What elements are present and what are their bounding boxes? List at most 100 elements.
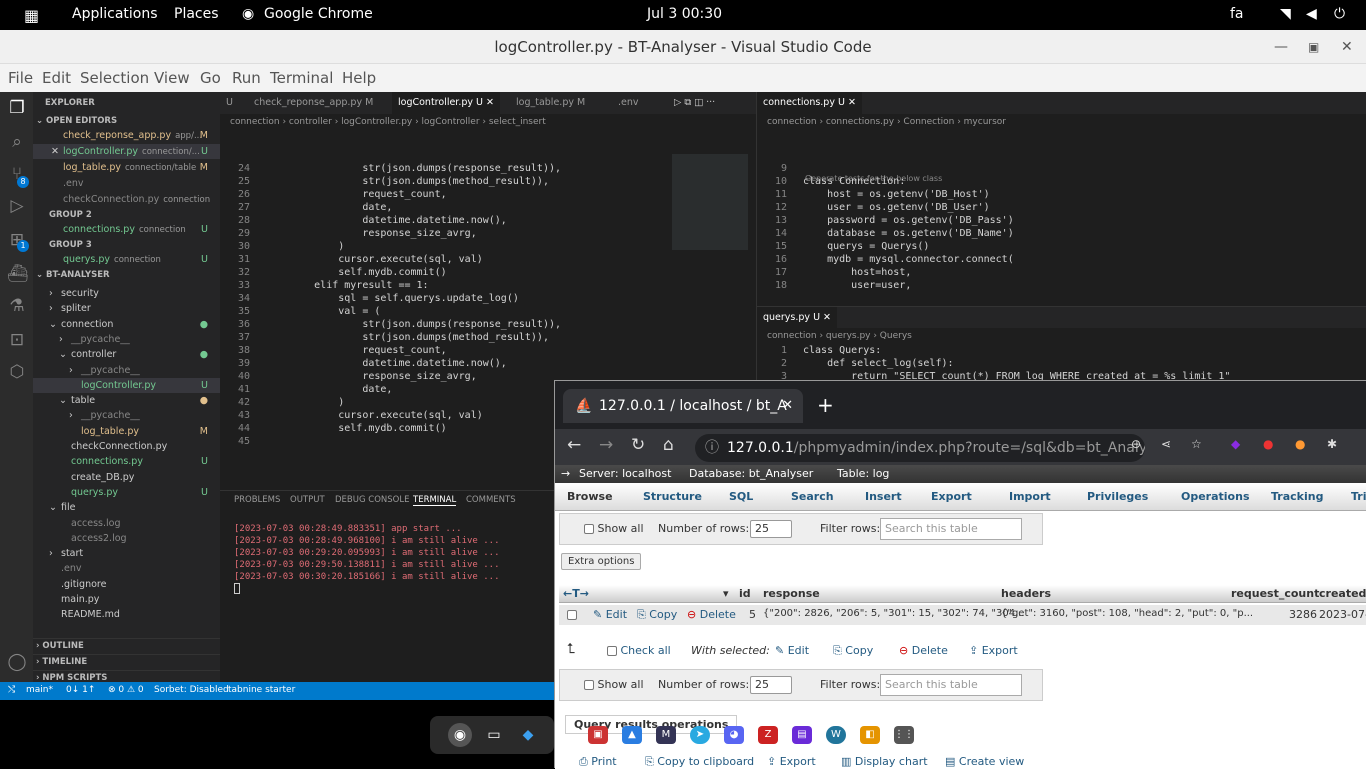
tree-item[interactable]: › security [33, 286, 220, 301]
wifi-icon[interactable]: ◥ [1280, 6, 1291, 22]
code-line[interactable]: 31 cursor.execute(sql, val) [220, 253, 670, 266]
col-id[interactable]: id [739, 587, 751, 600]
code-line[interactable]: 32 self.mydb.commit() [220, 266, 670, 279]
code-line[interactable]: 13 password = os.getenv('DB_Pass') [757, 214, 1014, 227]
show-all-top[interactable]: Show all [584, 522, 644, 535]
tab-comments[interactable]: COMMENTS [466, 495, 516, 505]
check-all[interactable]: Check all [607, 644, 671, 657]
account-icon[interactable]: ◯ [7, 652, 27, 672]
tree-item[interactable]: checkConnection.py [33, 439, 220, 454]
tree-item[interactable]: › __pycache__ [33, 408, 220, 423]
num-rows-select[interactable]: 25 [750, 520, 792, 538]
open-editor-item[interactable]: connections.py connection U [33, 222, 220, 237]
tree-item[interactable]: log_table.py M [33, 424, 220, 439]
address-bar[interactable]: ⓘ 127.0.0.1/phpmyadmin/index.php?route=/… [695, 434, 1145, 462]
tab-problems[interactable]: PROBLEMS [234, 495, 280, 505]
volume-icon[interactable]: ◀ [1306, 6, 1317, 22]
tab-triggers[interactable]: Tri [1351, 490, 1366, 503]
row-delete[interactable]: ⊖ Delete [687, 608, 736, 621]
menu-edit[interactable]: Edit [42, 69, 71, 87]
code-area-2[interactable]: 9 10 class Connection: 11 host = os.getenv(… [757, 162, 1014, 292]
code-line[interactable]: 25 str(json.dumps(method_result)), [220, 175, 670, 188]
code-line[interactable]: 16 mydb = mysql.connector.connect( [757, 253, 1014, 266]
editor-group-label[interactable]: GROUP 3 [33, 238, 220, 253]
telegram-icon[interactable]: ➤ [690, 726, 710, 744]
app-icon-1[interactable]: ▣ [588, 726, 608, 744]
terminal-output[interactable]: [2023-07-03 00:28:49.883351] app start .… [234, 523, 500, 594]
menu-selection[interactable]: Selection [80, 69, 149, 87]
open-editor-item[interactable]: .env [33, 176, 220, 191]
tree-item[interactable]: ⌄ table ● [33, 393, 220, 408]
crumb-server[interactable]: Server: localhost [579, 465, 671, 483]
explorer-icon[interactable]: ❐ [7, 98, 27, 118]
copilot-icon[interactable]: ⬡ [7, 362, 27, 382]
apps-grid-icon[interactable]: ▦ [24, 6, 39, 25]
timeline-section[interactable]: › TIMELINE [33, 654, 220, 669]
tree-item[interactable]: › spliter [33, 301, 220, 316]
app-icon-3[interactable]: M [656, 726, 676, 744]
display-chart-link[interactable]: ▥ Display chart [841, 755, 928, 768]
sorbet-status[interactable]: Sorbet: Disabled [154, 685, 229, 695]
tab-browse[interactable]: Browse [567, 490, 613, 503]
tab-connections[interactable]: connections.py U ✕ [757, 92, 862, 114]
column-arrows-icon[interactable]: ←T→ [563, 587, 589, 600]
crumb-table[interactable]: Table: log [837, 465, 889, 483]
code-line[interactable]: 1 class Querys: [757, 344, 1230, 357]
vscode-dock-icon[interactable]: ◆ [516, 723, 540, 747]
tree-item[interactable]: › start [33, 546, 220, 561]
code-line[interactable]: 27 date, [220, 201, 670, 214]
tab-tracking[interactable]: Tracking [1271, 490, 1323, 503]
tree-item[interactable]: .env [33, 561, 220, 576]
code-line[interactable]: 2 def select_log(self): [757, 357, 1230, 370]
home-icon[interactable]: ⌂ [663, 435, 674, 455]
tab-terminal[interactable]: TERMINAL [413, 495, 457, 506]
menu-terminal[interactable]: Terminal [270, 69, 333, 87]
forward-icon[interactable]: → [599, 435, 613, 455]
tree-item[interactable]: .gitignore [33, 577, 220, 592]
code-line[interactable]: 29 response_size_avrg, [220, 227, 670, 240]
extension-icon-1[interactable]: ◆ [1231, 437, 1240, 451]
power-icon[interactable]: ⏻ [1334, 6, 1345, 22]
code-line[interactable]: 15 querys = Querys() [757, 240, 1014, 253]
open-editor-item[interactable]: check_reponse_app.py app/... M [33, 128, 220, 143]
tree-item[interactable]: › __pycache__ [33, 363, 220, 378]
zoom-icon[interactable]: ⊖ [1131, 437, 1141, 451]
tree-item[interactable]: querys.py U [33, 485, 220, 500]
tree-item[interactable]: main.py [33, 592, 220, 607]
code-line[interactable]: 35 val = ( [220, 305, 670, 318]
cell-response[interactable]: {"200": 2826, "206": 5, "301": 15, "302"… [763, 608, 1025, 619]
search-icon[interactable]: ⌕ [7, 132, 27, 152]
site-info-icon[interactable]: ⓘ [705, 434, 719, 462]
code-line[interactable]: 24 str(json.dumps(response_result)), [220, 162, 670, 175]
maximize-icon[interactable]: ▣ [1308, 30, 1319, 64]
code-line[interactable]: 33 elif myresult == 1: [220, 279, 670, 292]
discord-icon[interactable]: ◕ [724, 726, 744, 744]
code-line[interactable]: 39 datetime.datetime.now(), [220, 357, 670, 370]
crumb-database[interactable]: Database: bt_Analyser [689, 465, 813, 483]
col-request-count[interactable]: request_count [1231, 587, 1319, 600]
tab-output[interactable]: OUTPUT [290, 495, 325, 505]
tree-item[interactable]: create_DB.py [33, 470, 220, 485]
chrome-dock-icon[interactable]: ◉ [448, 723, 472, 747]
filezilla-icon[interactable]: Z [758, 726, 778, 744]
menu-help[interactable]: Help [342, 69, 376, 87]
close-icon[interactable]: ✕ [1341, 30, 1353, 64]
bulk-delete[interactable]: ⊖ Delete [899, 644, 948, 657]
code-line[interactable]: 37 str(json.dumps(method_result)), [220, 331, 670, 344]
editor-group-label[interactable]: GROUP 2 [33, 208, 220, 223]
share-icon[interactable]: ⋖ [1161, 437, 1171, 451]
app-icon-2[interactable]: ▲ [622, 726, 642, 744]
app-icon-9[interactable]: ◧ [860, 726, 880, 744]
col-headers[interactable]: headers [1001, 587, 1051, 600]
code-line[interactable]: 38 request_count, [220, 344, 670, 357]
tree-item[interactable]: README.md [33, 607, 220, 622]
menu-run[interactable]: Run [232, 69, 261, 87]
minimap[interactable] [672, 154, 748, 250]
sort-dropdown-icon[interactable]: ▾ [723, 587, 729, 600]
open-editor-item[interactable]: logController.py connection/... U ✕ [33, 144, 220, 159]
active-app-label[interactable]: Google Chrome [264, 6, 373, 22]
col-created-at[interactable]: created_a [1319, 587, 1366, 600]
tab-import[interactable]: Import [1009, 490, 1051, 503]
filter-input-2[interactable]: Search this table [880, 674, 1022, 696]
extra-options-button[interactable]: Extra options [561, 553, 642, 570]
